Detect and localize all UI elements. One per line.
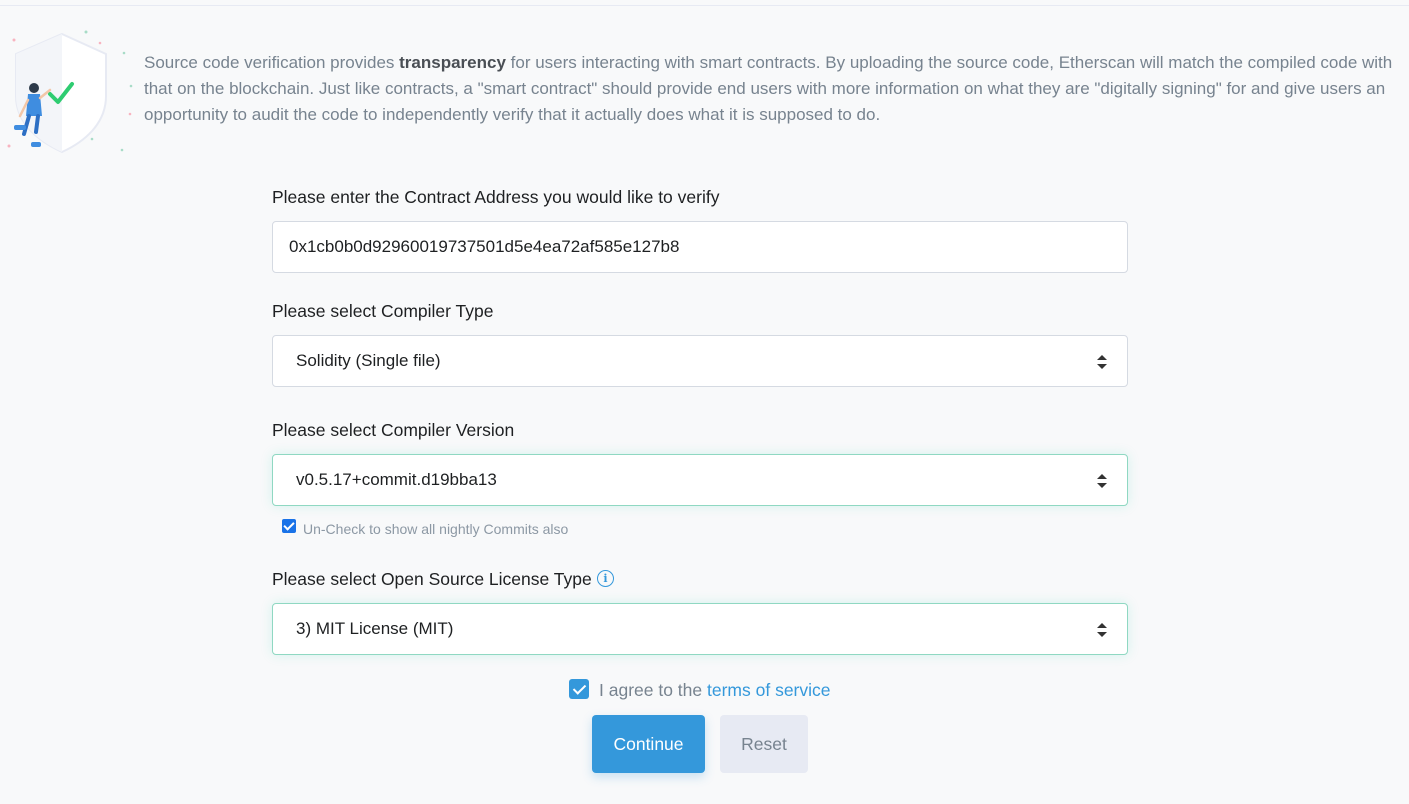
license-type-label: Please select Open Source License Type xyxy=(272,569,592,590)
intro-section: Source code verification provides transp… xyxy=(0,28,1409,158)
compiler-version-label: Please select Compiler Version xyxy=(272,420,515,440)
reset-button[interactable]: Reset xyxy=(720,715,808,773)
agree-terms-label: I agree to the terms of service xyxy=(599,680,831,701)
agree-terms-checkbox[interactable] xyxy=(569,679,589,699)
agree-terms-text: I agree to the xyxy=(599,680,707,700)
compiler-version-value: v0.5.17+commit.d19bba13 xyxy=(296,470,497,489)
license-type-value: 3) MIT License (MIT) xyxy=(296,619,454,638)
top-divider xyxy=(0,5,1409,6)
contract-address-value: 0x1cb0b0d92960019737501d5e4ea72af585e127… xyxy=(289,237,680,256)
shield-check-illustration xyxy=(7,30,133,154)
continue-button[interactable]: Continue xyxy=(592,715,705,773)
select-arrows-icon xyxy=(1097,474,1107,488)
contract-address-label: Please enter the Contract Address you wo… xyxy=(272,187,720,207)
license-type-label-text: Please select Open Source License Type xyxy=(272,569,592,589)
license-type-select[interactable]: 3) MIT License (MIT) xyxy=(272,603,1128,655)
nightly-commits-label: Un-Check to show all nightly Commits als… xyxy=(303,521,569,537)
info-circle-icon[interactable]: i xyxy=(597,570,614,587)
select-arrows-icon xyxy=(1097,355,1107,369)
compiler-type-value: Solidity (Single file) xyxy=(296,351,441,370)
nightly-commits-checkbox[interactable] xyxy=(282,519,296,533)
intro-text-bold: transparency xyxy=(399,53,506,72)
intro-description: Source code verification provides transp… xyxy=(144,50,1404,128)
intro-text-before: Source code verification provides xyxy=(144,53,400,72)
compiler-type-select[interactable]: Solidity (Single file) xyxy=(272,335,1128,387)
select-arrows-icon xyxy=(1097,623,1107,637)
terms-of-service-link[interactable]: terms of service xyxy=(707,680,831,700)
compiler-version-select[interactable]: v0.5.17+commit.d19bba13 xyxy=(272,454,1128,506)
compiler-type-label: Please select Compiler Type xyxy=(272,301,494,321)
contract-address-input[interactable]: 0x1cb0b0d92960019737501d5e4ea72af585e127… xyxy=(272,221,1128,273)
